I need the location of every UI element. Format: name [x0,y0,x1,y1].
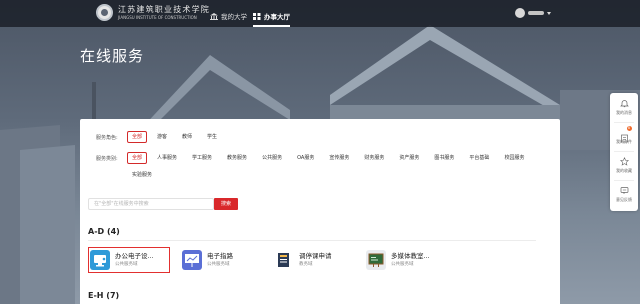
calendar-book-icon [274,250,294,270]
group-count: (4) [106,227,120,236]
service-search-input[interactable] [88,198,214,210]
service-name: 办公电子设... [115,252,154,260]
college-emblem-icon [96,4,113,21]
category-option-assets[interactable]: 资产服务 [394,152,424,164]
role-filter-row: 服务角色: 全部 游客 教师 学生 [96,131,227,143]
category-option-platform[interactable]: 平台基础 [464,152,494,164]
service-domain: 公共服务域 [391,261,414,267]
service-name: 多媒体教室... [391,252,430,260]
bell-icon [619,100,629,108]
sidebar-item-tasks[interactable]: 8 我的办件 [610,124,638,150]
service-card-multimedia-room[interactable]: 多媒体教室... 公共服务域 [366,249,444,271]
group-divider [88,240,536,241]
sidebar-label: 意见反馈 [616,197,632,202]
top-navigation-bar: 江苏建筑职业技术学院 JIANGSU INSTITUTE OF CONSTRUC… [0,0,640,27]
floating-sidebar: 我的消息 8 我的办件 我的收藏 意见反馈 [610,93,638,211]
task-count-badge: 8 [626,126,632,131]
category-option-publicity[interactable]: 宣传服务 [324,152,354,164]
task-icon: 8 [620,126,632,143]
presentation-icon [182,250,202,270]
category-option-hr[interactable]: 人事服务 [152,152,182,164]
search-button[interactable]: 搜索 [214,198,238,210]
category-option-academic[interactable]: 教务服务 [222,152,252,164]
category-option-student-affairs[interactable]: 学工服务 [187,152,217,164]
category-filter-row: 服务类别: 全部 人事服务 学工服务 教务服务 公共服务 OA服务 宣传服务 财… [96,152,534,164]
service-domain: 公共服务域 [207,261,230,267]
grid-icon [253,12,261,20]
service-domain: 公共服务域 [115,261,138,267]
role-option-all[interactable]: 全部 [127,131,148,143]
role-option-teacher[interactable]: 教师 [177,131,197,143]
sidebar-label: 我的消息 [616,110,632,115]
sidebar-item-favorites[interactable]: 我的收藏 [610,153,638,179]
college-name-cn: 江苏建筑职业技术学院 [118,4,210,14]
nav-label: 我的大学 [221,13,247,21]
sidebar-divider [614,122,634,123]
service-card-e-guide[interactable]: 电子指路 公共服务域 [182,249,260,271]
college-name-en: JIANGSU INSTITUTE OF CONSTRUCTION [118,14,197,20]
group-header-e-h: E-H (7) [88,291,119,300]
category-option-lab[interactable]: 实验服务 [127,169,157,181]
group-label: E-H [88,291,104,300]
group-count: (7) [106,291,120,300]
service-card-class-adjust[interactable]: 调停课申请 教务域 [274,249,352,271]
category-filter-row-2: 实验服务 [127,169,162,181]
office-device-icon [90,250,110,270]
service-card-office-device[interactable]: 办公电子设... 公共服务域 [88,247,170,273]
category-filter-label: 服务类别: [96,155,118,162]
college-logo[interactable]: 江苏建筑职业技术学院 JIANGSU INSTITUTE OF CONSTRUC… [96,4,210,21]
nav-my-university[interactable]: 我的大学 [210,8,247,24]
service-panel: 服务角色: 全部 游客 教师 学生 服务类别: 全部 人事服务 学工服务 教务服… [80,119,560,304]
role-filter-label: 服务角色: [96,134,118,141]
group-label: A-D [88,227,105,236]
sidebar-label: 我的收藏 [616,168,632,173]
role-option-visitor[interactable]: 游客 [152,131,172,143]
chevron-down-icon [547,11,551,15]
avatar [515,8,525,18]
page-title: 在线服务 [80,47,145,65]
service-name: 电子指路 [207,252,233,260]
service-name: 调停课申请 [299,252,332,260]
sidebar-divider [614,180,634,181]
star-icon [619,157,629,166]
category-option-library[interactable]: 图书服务 [429,152,459,164]
sidebar-item-feedback[interactable]: 意见反馈 [610,182,638,208]
category-option-campus[interactable]: 校园服务 [499,152,529,164]
category-option-finance[interactable]: 财务服务 [359,152,389,164]
nav-label: 办事大厅 [264,13,290,21]
role-option-student[interactable]: 学生 [202,131,222,143]
category-option-all[interactable]: 全部 [127,152,148,164]
sidebar-item-messages[interactable]: 我的消息 [610,95,638,121]
user-menu[interactable] [515,8,551,18]
feedback-icon [620,187,628,194]
blackboard-icon [366,250,386,270]
nav-service-hall[interactable]: 办事大厅 [253,8,290,27]
group-header-a-d: A-D (4) [88,227,120,236]
user-name-redacted [528,11,544,15]
category-option-public[interactable]: 公共服务 [257,152,287,164]
category-option-oa[interactable]: OA服务 [292,152,319,164]
sidebar-divider [614,151,634,152]
building-icon [210,12,218,20]
service-domain: 教务域 [299,261,313,267]
